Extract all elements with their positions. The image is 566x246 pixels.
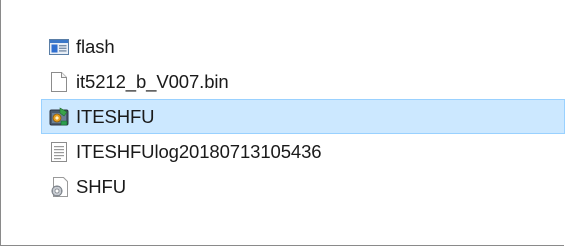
blank-file-icon: [48, 71, 70, 93]
application-icon: [48, 106, 70, 128]
file-name: flash: [76, 35, 115, 57]
file-list: flash it5212_b_V007.bin ITESHFU ITESHFUl…: [41, 29, 565, 204]
file-name: SHFU: [76, 175, 126, 197]
file-row-shfu[interactable]: SHFU: [41, 169, 565, 204]
text-file-icon: [48, 141, 70, 163]
file-name: ITESHFUlog20180713105436: [76, 140, 322, 162]
file-row-log[interactable]: ITESHFUlog20180713105436: [41, 134, 565, 169]
file-name: it5212_b_V007.bin: [76, 70, 229, 92]
file-row-iteshfu[interactable]: ITESHFU: [41, 99, 565, 134]
file-name: ITESHFU: [76, 105, 155, 127]
file-row-flash[interactable]: flash: [41, 29, 565, 64]
file-list-pane: flash it5212_b_V007.bin ITESHFU ITESHFUl…: [0, 0, 565, 246]
settings-file-icon: [48, 176, 70, 198]
config-window-icon: [48, 36, 70, 58]
file-row-bin[interactable]: it5212_b_V007.bin: [41, 64, 565, 99]
